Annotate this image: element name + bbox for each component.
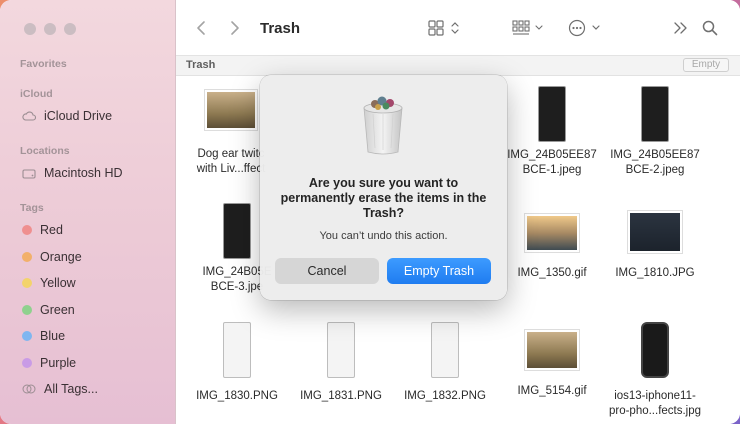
- zoom-button[interactable]: [64, 23, 76, 35]
- cancel-button[interactable]: Cancel: [275, 258, 379, 284]
- window-controls: [24, 23, 76, 35]
- file-item[interactable]: IMG_1830.PNG: [182, 322, 292, 404]
- path-bar-title: Trash: [186, 59, 216, 71]
- dialog-title: Are you sure you want to permanently era…: [280, 176, 487, 220]
- sidebar-item-label: Purple: [40, 356, 77, 370]
- file-name: IMG_24B05EE87: [507, 149, 597, 161]
- sidebar-item-tag-green[interactable]: Green: [22, 303, 75, 317]
- file-name: BCE-1.jpeg: [522, 164, 582, 176]
- sidebar-item-label: Blue: [40, 329, 66, 344]
- chevron-left-icon[interactable]: [196, 0, 206, 56]
- file-name: IMG_5154.gif: [517, 385, 587, 397]
- file-item[interactable]: IMG_5154.gif: [497, 330, 607, 399]
- sidebar-item-label: Macintosh HD: [44, 166, 123, 180]
- path-bar: Trash Empty: [176, 56, 740, 76]
- sidebar-item-tag-yellow[interactable]: Yellow: [22, 276, 76, 290]
- window-title: Trash: [260, 19, 301, 37]
- all-tags-icon: [22, 383, 36, 395]
- file-item[interactable]: IMG_1810.JPG: [600, 211, 710, 281]
- file-name: pro-pho...fects.jpg: [608, 405, 702, 417]
- sidebar-item-label: Yellow: [40, 276, 76, 291]
- sidebar-item-macintosh-hd[interactable]: Macintosh HD: [22, 166, 123, 180]
- sidebar-item-tag-blue[interactable]: Blue: [22, 329, 65, 343]
- file-item[interactable]: IMG_1831.PNG: [286, 322, 396, 404]
- file-name: IMG_24B05EE87: [610, 149, 700, 161]
- sidebar: Favorites iCloud iCloud Drive Locations …: [0, 0, 176, 424]
- tag-color-dot: [22, 225, 32, 235]
- grid-view-icon[interactable]: [428, 0, 462, 56]
- tag-color-dot: [22, 251, 32, 262]
- file-name: IMG_1831.PNG: [300, 390, 382, 402]
- cloud-icon: [22, 110, 36, 122]
- empty-trash-confirm-button[interactable]: Empty Trash: [387, 258, 491, 284]
- sidebar-item-icloud-drive[interactable]: iCloud Drive: [22, 109, 112, 123]
- tag-color-dot: [22, 358, 32, 368]
- sidebar-section-favorites: Favorites: [20, 58, 67, 70]
- sidebar-item-tag-red[interactable]: Red: [22, 223, 63, 237]
- sidebar-section-locations: Locations: [20, 145, 70, 157]
- file-thumbnail: [628, 211, 682, 253]
- file-thumbnail: [223, 203, 251, 259]
- tag-color-dot: [22, 331, 32, 342]
- file-name: BCE-3.jpe: [210, 281, 264, 293]
- file-thumbnail: [538, 86, 566, 142]
- sidebar-item-label: Green: [40, 302, 75, 317]
- file-name: Dog ear twitc: [197, 148, 265, 160]
- minimize-button[interactable]: [44, 23, 56, 35]
- file-item[interactable]: IMG_24B05EE87 BCE-2.jpeg: [600, 86, 710, 178]
- file-item[interactable]: IMG_24B05EE87 BCE-1.jpeg: [497, 86, 607, 178]
- sidebar-item-label: All Tags...: [44, 382, 98, 396]
- empty-trash-dialog: Are you sure you want to permanently era…: [260, 75, 507, 300]
- disk-icon: [22, 167, 36, 179]
- file-name: with Liv...ffect: [196, 163, 266, 175]
- file-name: IMG_1830.PNG: [196, 390, 278, 402]
- file-name: ios13-iphone11-: [614, 390, 696, 402]
- file-thumbnail: [205, 90, 257, 130]
- dialog-message: You can’t undo this action.: [319, 230, 448, 242]
- file-thumbnail: [641, 322, 669, 378]
- file-name: IMG_1350.gif: [517, 267, 587, 279]
- trash-full-icon: [359, 92, 407, 156]
- sidebar-section-tags: Tags: [20, 202, 44, 214]
- toolbar: Trash: [176, 0, 740, 56]
- group-icon[interactable]: [512, 0, 546, 56]
- sidebar-item-label: Orange: [40, 249, 82, 264]
- tag-color-dot: [22, 304, 32, 315]
- search-icon[interactable]: [702, 0, 718, 56]
- double-chevron-icon[interactable]: [673, 0, 689, 56]
- tag-color-dot: [22, 278, 32, 289]
- finder-window: Favorites iCloud iCloud Drive Locations …: [0, 0, 740, 424]
- sidebar-item-tag-orange[interactable]: Orange: [22, 250, 82, 264]
- file-thumbnail: [525, 214, 579, 252]
- sidebar-item-label: Red: [40, 223, 63, 237]
- file-name: IMG_1810.JPG: [615, 267, 695, 279]
- file-thumbnail: [223, 322, 251, 378]
- sidebar-section-icloud: iCloud: [20, 88, 53, 100]
- file-thumbnail: [327, 322, 355, 378]
- file-item[interactable]: IMG_1832.PNG: [390, 322, 500, 404]
- file-name: IMG_1832.PNG: [404, 390, 486, 402]
- file-thumbnail: [525, 330, 579, 370]
- sidebar-item-all-tags[interactable]: All Tags...: [22, 382, 98, 396]
- file-thumbnail: [431, 322, 459, 378]
- ellipsis-circle-icon[interactable]: [568, 0, 602, 56]
- file-name: BCE-2.jpeg: [625, 164, 685, 176]
- sidebar-item-tag-purple[interactable]: Purple: [22, 356, 76, 370]
- file-thumbnail: [641, 86, 669, 142]
- file-item[interactable]: IMG_1350.gif: [497, 214, 607, 281]
- chevron-right-icon[interactable]: [230, 0, 240, 56]
- file-item[interactable]: ios13-iphone11- pro-pho...fects.jpg: [600, 322, 710, 419]
- sidebar-item-label: iCloud Drive: [44, 109, 113, 123]
- empty-trash-button[interactable]: Empty: [683, 58, 729, 72]
- close-button[interactable]: [24, 23, 36, 35]
